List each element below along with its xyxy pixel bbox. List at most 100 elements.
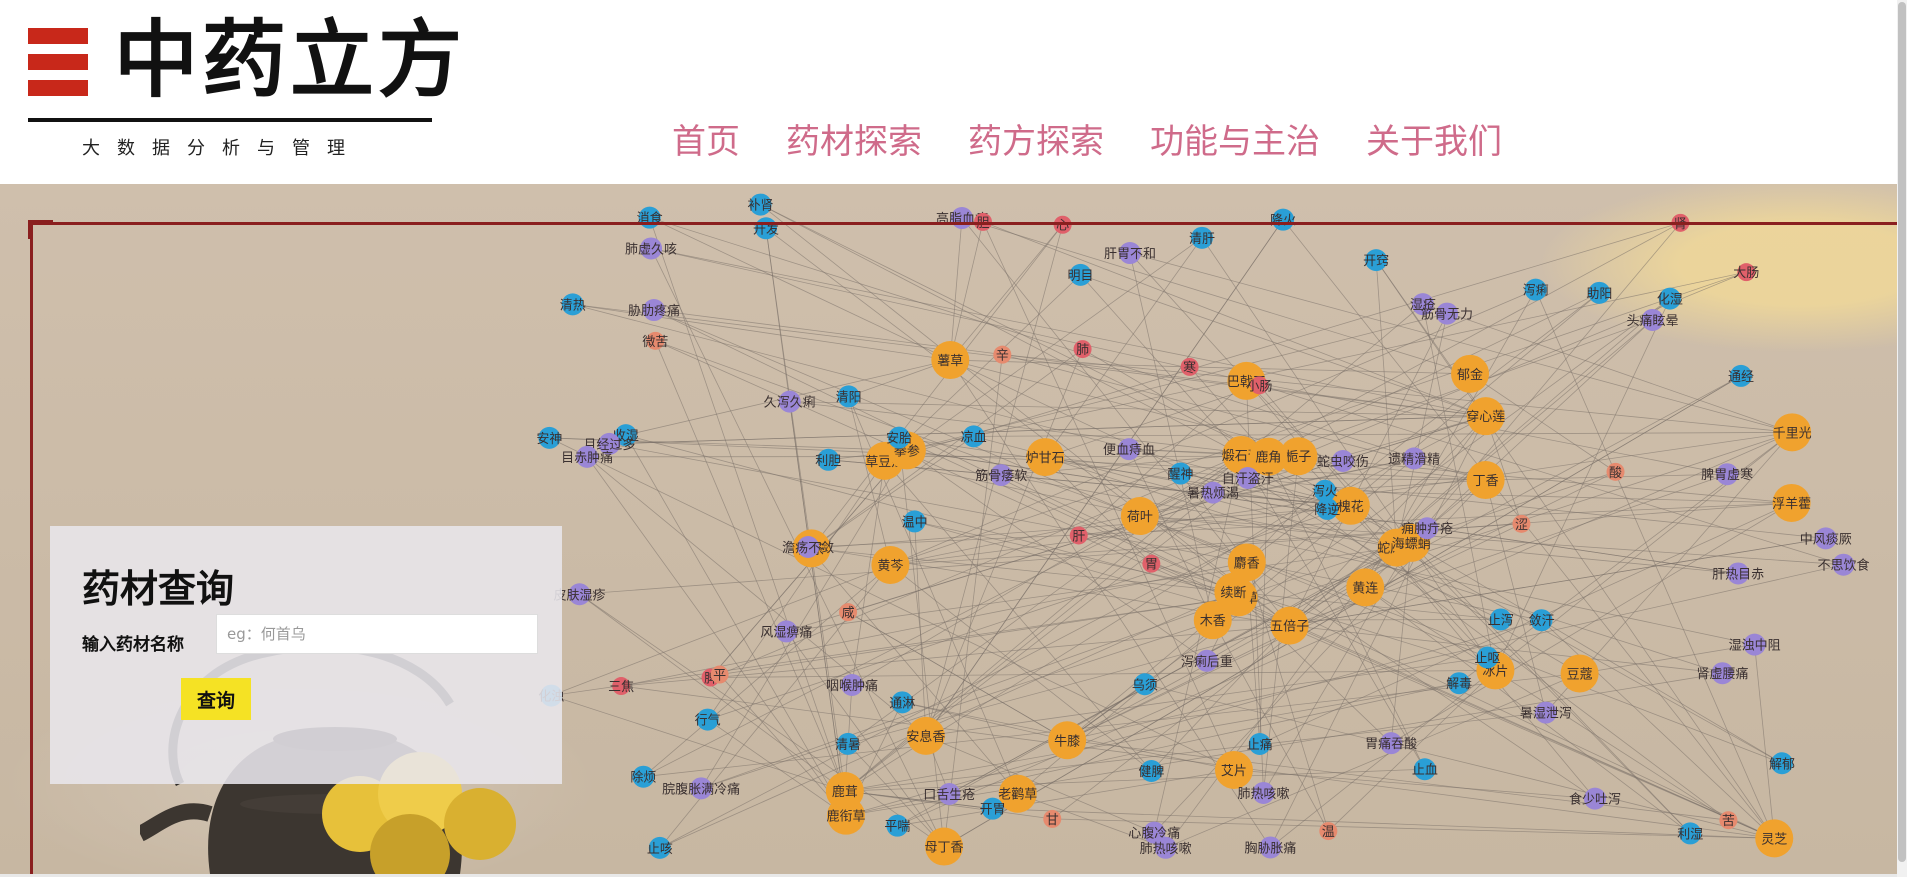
graph-node-herb[interactable]: 灵芝 — [1755, 819, 1794, 858]
graph-node-property[interactable]: 小肠 — [1246, 376, 1272, 395]
graph-edge — [789, 401, 1486, 417]
graph-node-herb[interactable]: 黄芩 — [871, 545, 910, 584]
graph-node-taste[interactable]: 平 — [710, 665, 729, 684]
scrollbar-thumb[interactable] — [1898, 2, 1906, 862]
graph-node-function[interactable]: 胃痛吞酸 — [1365, 732, 1417, 755]
graph-node-taste[interactable]: 苦 — [1719, 811, 1738, 830]
graph-node-effect[interactable]: 消食 — [637, 206, 663, 229]
graph-node-effect[interactable]: 升发 — [753, 217, 779, 240]
graph-node-function[interactable]: 脾胃虚寒 — [1701, 463, 1753, 486]
graph-node-property[interactable]: 寒 — [1180, 357, 1199, 376]
graph-node-taste[interactable]: 甘 — [1043, 809, 1062, 828]
graph-node-herb[interactable]: 穿心莲 — [1466, 397, 1505, 436]
graph-node-effect[interactable]: 补肾 — [748, 193, 774, 216]
graph-node-property[interactable]: 肺 — [1073, 340, 1092, 359]
graph-node-effect[interactable]: 止泻 — [1488, 608, 1514, 631]
graph-node-function[interactable]: 脘腹胀满冷痛 — [662, 777, 740, 800]
page-scrollbar[interactable] — [1897, 0, 1907, 877]
graph-node-effect[interactable]: 安胎 — [886, 426, 912, 449]
graph-node-property[interactable]: 胃 — [1142, 554, 1161, 573]
graph-node-function[interactable]: 胁肋疼痛 — [628, 299, 680, 322]
graph-node-effect[interactable]: 明目 — [1068, 263, 1094, 286]
graph-node-herb[interactable]: 荷叶 — [1120, 497, 1159, 536]
graph-node-effect[interactable]: 化湿 — [1657, 287, 1683, 310]
graph-node-function[interactable]: 不思饮食 — [1817, 553, 1869, 576]
graph-node-effect[interactable]: 通淋 — [889, 691, 915, 714]
graph-node-effect[interactable]: 止呕 — [1474, 646, 1500, 669]
graph-node-effect[interactable]: 安神 — [536, 426, 562, 449]
graph-node-effect[interactable]: 清暑 — [835, 732, 861, 755]
graph-node-effect[interactable]: 开窍 — [1363, 249, 1389, 272]
graph-node-herb[interactable]: 麝香 — [1227, 543, 1266, 582]
herb-name-input[interactable] — [216, 614, 538, 654]
graph-node-function[interactable]: 泻痢后重 — [1181, 649, 1233, 672]
graph-node-function[interactable]: 风湿痹痛 — [760, 620, 812, 643]
graph-node-effect[interactable]: 降火 — [1270, 208, 1296, 231]
frame-corner-ornament — [28, 220, 53, 239]
graph-node-property[interactable]: 肝 — [1069, 526, 1088, 545]
nav-item-function-indication[interactable]: 功能与主治 — [1150, 120, 1320, 164]
nav-item-prescription-explore[interactable]: 药方探索 — [968, 120, 1104, 164]
graph-node-taste[interactable]: 酸 — [1606, 462, 1625, 481]
graph-node-taste[interactable]: 涩 — [1512, 514, 1531, 533]
graph-node-function[interactable]: 久泻久痢 — [764, 390, 816, 413]
nav-item-about-us[interactable]: 关于我们 — [1366, 120, 1502, 164]
graph-node-taste[interactable]: 辛 — [993, 345, 1012, 364]
graph-node-herb[interactable]: 母丁香 — [925, 827, 964, 866]
graph-node-property[interactable]: 大肠 — [1733, 263, 1759, 282]
graph-node-effect[interactable]: 清热 — [560, 293, 586, 316]
graph-node-herb[interactable]: 郁金 — [1451, 354, 1490, 393]
graph-node-effect[interactable]: 通经 — [1728, 364, 1754, 387]
graph-node-taste[interactable]: 温 — [1319, 822, 1338, 841]
graph-node-effect[interactable]: 凉血 — [961, 425, 987, 448]
graph-node-effect[interactable]: 平喘 — [884, 814, 910, 837]
graph-node-herb[interactable]: 浮羊藿 — [1772, 483, 1811, 522]
graph-edge — [851, 454, 1242, 686]
graph-node-herb[interactable]: 丁香 — [1466, 461, 1505, 500]
graph-node-effect[interactable]: 止血 — [1412, 758, 1438, 781]
graph-node-label: 胸胁胀痛 — [1244, 840, 1296, 856]
graph-node-function[interactable]: 肝热目赤 — [1712, 562, 1764, 585]
graph-node-effect[interactable]: 行气 — [695, 708, 721, 731]
graph-node-herb[interactable]: 豆蔻 — [1560, 654, 1599, 693]
graph-node-taste[interactable]: 微苦 — [642, 331, 668, 350]
nav-item-home[interactable]: 首页 — [672, 120, 740, 164]
graph-node-herb[interactable]: 千里光 — [1773, 413, 1812, 452]
graph-node-effect[interactable]: 利胆 — [815, 448, 841, 471]
graph-node-function[interactable]: 中风痰厥 — [1800, 527, 1852, 550]
graph-node-effect[interactable]: 止痛 — [1247, 732, 1273, 755]
graph-node-function[interactable]: 便血痔血 — [1103, 438, 1155, 461]
graph-node-property[interactable]: 三焦 — [608, 677, 634, 696]
graph-node-label: 利胆 — [815, 454, 841, 469]
graph-node-function[interactable]: 肾虚腰痛 — [1696, 662, 1748, 685]
graph-node-label: 凉血 — [961, 430, 987, 445]
graph-node-herb[interactable]: 牛膝 — [1048, 721, 1087, 760]
graph-node-function[interactable]: 蛇虫咬伤 — [1317, 450, 1369, 473]
graph-node-effect[interactable]: 解毒 — [1446, 672, 1472, 695]
graph-node-herb[interactable]: 艾片 — [1214, 750, 1253, 789]
graph-node-label: 小肠 — [1246, 379, 1272, 394]
graph-node-effect[interactable]: 泻痢 — [1523, 278, 1549, 301]
graph-node-function[interactable]: 遗精滑精 — [1388, 447, 1440, 470]
graph-node-function[interactable]: 肺热咳嗽 — [1237, 781, 1289, 804]
graph-node-function[interactable]: 肺虚久咳 — [625, 237, 677, 260]
graph-node-effect[interactable]: 清肝 — [1189, 226, 1215, 249]
nav-item-herb-explore[interactable]: 药材探索 — [786, 120, 922, 164]
graph-node-effect[interactable]: 助阳 — [1586, 281, 1612, 304]
graph-node-herb[interactable]: 薯草 — [931, 341, 970, 380]
graph-node-function[interactable]: 食少吐泻 — [1569, 787, 1621, 810]
graph-node-taste[interactable]: 咸 — [839, 603, 858, 622]
graph-node-effect[interactable]: 健脾 — [1138, 760, 1164, 783]
graph-node-label: 清暑 — [835, 738, 861, 753]
graph-node-effect[interactable]: 解郁 — [1769, 752, 1795, 775]
graph-node-function[interactable]: 肝胃不和 — [1104, 242, 1156, 265]
query-button[interactable]: 查询 — [181, 678, 251, 720]
graph-node-function[interactable]: 痈肿疔疮 — [1401, 517, 1453, 540]
graph-edge — [949, 221, 984, 361]
graph-node-function[interactable]: 湿浊中阻 — [1729, 633, 1781, 656]
site-logo[interactable]: 中药立方 大数据分析与管理 — [28, 18, 462, 159]
graph-node-effect[interactable]: 止咳 — [647, 836, 673, 859]
graph-node-herb[interactable]: 黄连 — [1346, 568, 1385, 607]
graph-node-function[interactable]: 头痛眩晕 — [1627, 308, 1679, 331]
graph-node-function[interactable]: 胸胁胀痛 — [1244, 836, 1296, 859]
